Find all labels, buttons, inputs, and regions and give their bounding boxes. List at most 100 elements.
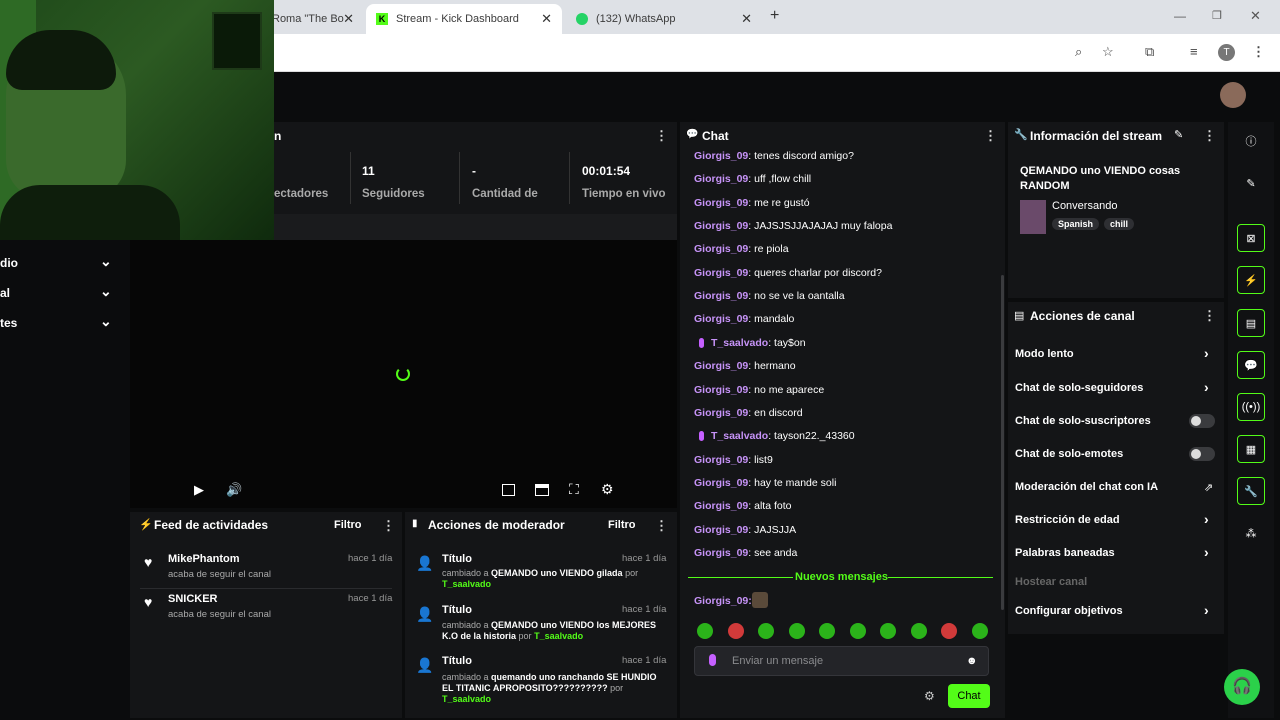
chevron-right-icon[interactable]: ›	[1204, 511, 1209, 527]
close-icon[interactable]: ✕	[541, 11, 552, 27]
age-restriction-row[interactable]: Restricción de edad	[1015, 514, 1120, 526]
emotes-only-toggle[interactable]	[1189, 447, 1215, 461]
chat-username[interactable]: Giorgis_09	[694, 150, 748, 162]
slow-mode-row[interactable]: Modo lento	[1015, 348, 1074, 360]
followers-only-row[interactable]: Chat de solo-seguidores	[1015, 382, 1143, 394]
chat-username[interactable]: Giorgis_09	[694, 290, 748, 302]
close-icon[interactable]: ✕	[741, 11, 752, 27]
chevron-down-icon[interactable]: ⌄	[100, 253, 112, 270]
new-messages-label[interactable]: Nuevos mensajes	[795, 571, 888, 583]
chevron-right-icon[interactable]: ›	[1204, 345, 1209, 361]
nav-item[interactable]: dio	[0, 256, 18, 270]
more-icon[interactable]: ⋮	[655, 518, 668, 534]
emote-button[interactable]	[788, 623, 805, 639]
emote-button[interactable]	[941, 623, 957, 639]
emoji-icon[interactable]: ☻	[966, 655, 978, 667]
chat-username[interactable]: Giorgis_09	[694, 360, 748, 372]
info-icon[interactable]: ⓘ	[1237, 127, 1265, 155]
extensions-icon[interactable]: ⧉	[1145, 44, 1154, 60]
media-icon[interactable]: ≡	[1190, 44, 1198, 59]
minimize-icon[interactable]: —	[1174, 9, 1186, 23]
bolt-icon[interactable]: ⚡	[1237, 266, 1265, 294]
edit-icon[interactable]: ✎	[1237, 169, 1265, 197]
zoom-icon[interactable]: ⌕	[1075, 44, 1082, 60]
more-icon[interactable]: ⋮	[382, 518, 395, 534]
chat-username[interactable]: Giorgis_09	[694, 220, 748, 232]
emote-button[interactable]	[971, 623, 988, 639]
more-icon[interactable]: ⋮	[655, 128, 668, 144]
chat-username[interactable]: Giorgis_09	[694, 197, 748, 209]
send-chat-button[interactable]: Chat	[948, 684, 990, 708]
edit-icon[interactable]: ✎	[1174, 128, 1183, 141]
chat-username[interactable]: Giorgis_09	[694, 454, 748, 466]
settings-icon[interactable]: ⚙	[924, 689, 935, 703]
chat-username[interactable]: Giorgis_09	[694, 500, 748, 512]
new-tab-button[interactable]: +	[770, 7, 779, 25]
broadcast-icon[interactable]: ((•))	[1237, 393, 1265, 421]
nav-item[interactable]: al	[0, 286, 10, 300]
tab-roma[interactable]: Roma "The Bo ✕	[268, 4, 364, 34]
chat-message: Giorgis_09: queres charlar por discord?	[694, 267, 882, 279]
fullscreen-icon[interactable]: ⛶	[569, 481, 579, 498]
chat-username[interactable]: Giorgis_09	[694, 477, 748, 489]
chat-scrollbar[interactable]	[1001, 275, 1004, 610]
emote-button[interactable]	[727, 623, 744, 639]
profile-avatar[interactable]: T	[1218, 44, 1235, 61]
emote-button[interactable]	[697, 623, 713, 639]
star-icon[interactable]: ☆	[1102, 44, 1114, 60]
chevron-down-icon[interactable]: ⌄	[100, 283, 112, 300]
more-icon[interactable]: ⋮	[984, 128, 997, 144]
chat-username[interactable]: Giorgis_09	[694, 267, 748, 279]
document-icon[interactable]: ▤	[1237, 309, 1265, 337]
user-avatar[interactable]	[1220, 82, 1246, 108]
chevron-right-icon[interactable]: ›	[1204, 602, 1209, 618]
close-icon[interactable]: ✕	[343, 11, 354, 27]
chevron-right-icon[interactable]: ›	[1204, 544, 1209, 560]
emote-button[interactable]	[880, 623, 896, 639]
subscribers-only-toggle[interactable]	[1189, 414, 1215, 428]
filter-button[interactable]: Filtro	[608, 519, 636, 531]
menu-icon[interactable]: ⋮	[1252, 44, 1265, 60]
emote-button[interactable]	[758, 623, 774, 639]
feed-user[interactable]: SNICKER	[168, 593, 218, 605]
external-link-icon[interactable]: ⇗	[1204, 481, 1213, 494]
chat-username[interactable]: Giorgis_09	[694, 547, 748, 559]
close-window-icon[interactable]: ✕	[1250, 8, 1261, 24]
play-icon[interactable]: ▶	[194, 482, 204, 498]
chat-username[interactable]: T_saalvado	[711, 337, 768, 349]
emote-button[interactable]	[910, 623, 927, 639]
capture-icon[interactable]: ⊠	[1237, 224, 1265, 252]
chat-icon[interactable]: 💬	[1237, 351, 1265, 379]
tab-kick-dashboard[interactable]: K Stream - Kick Dashboard ✕	[366, 4, 562, 34]
chevron-right-icon[interactable]: ›	[1204, 379, 1209, 395]
chat-username[interactable]: Giorgis_09	[694, 524, 748, 536]
ai-moderation-row[interactable]: Moderación del chat con IA	[1015, 481, 1158, 493]
more-icon[interactable]: ⋮	[1203, 128, 1216, 144]
goals-row[interactable]: Configurar objetivos	[1015, 605, 1123, 617]
chat-username[interactable]: Giorgis_09	[694, 243, 748, 255]
apps-icon[interactable]: ⁂	[1237, 519, 1265, 547]
nav-item[interactable]: tes	[0, 316, 17, 330]
chat-username[interactable]: Giorgis_09	[694, 173, 748, 185]
chevron-down-icon[interactable]: ⌄	[100, 313, 112, 330]
wrench-icon[interactable]: 🔧	[1237, 477, 1265, 505]
filter-button[interactable]: Filtro	[334, 519, 362, 531]
chat-username[interactable]: Giorgis_09	[694, 407, 748, 419]
emote-button[interactable]	[849, 623, 866, 639]
settings-icon[interactable]: ⚙	[601, 481, 614, 498]
feed-user[interactable]: MikePhantom	[168, 553, 240, 565]
channel-icon[interactable]: ▦	[1237, 435, 1265, 463]
chat-username[interactable]: Giorgis_09	[694, 384, 748, 396]
chat-username[interactable]: Giorgis_09	[694, 313, 748, 325]
volume-icon[interactable]: 🔊	[226, 482, 242, 498]
support-chat-icon[interactable]: 🎧	[1224, 669, 1260, 705]
chat-username[interactable]: T_saalvado	[711, 430, 768, 442]
emote-button[interactable]	[819, 623, 835, 639]
tag: chill	[1104, 218, 1135, 230]
banned-words-row[interactable]: Palabras baneadas	[1015, 547, 1115, 559]
maximize-icon[interactable]: ❐	[1212, 9, 1222, 22]
more-icon[interactable]: ⋮	[1203, 308, 1216, 324]
tab-whatsapp[interactable]: (132) WhatsApp ✕	[566, 4, 762, 34]
theater-icon[interactable]	[535, 484, 549, 496]
pip-icon[interactable]	[502, 484, 515, 496]
